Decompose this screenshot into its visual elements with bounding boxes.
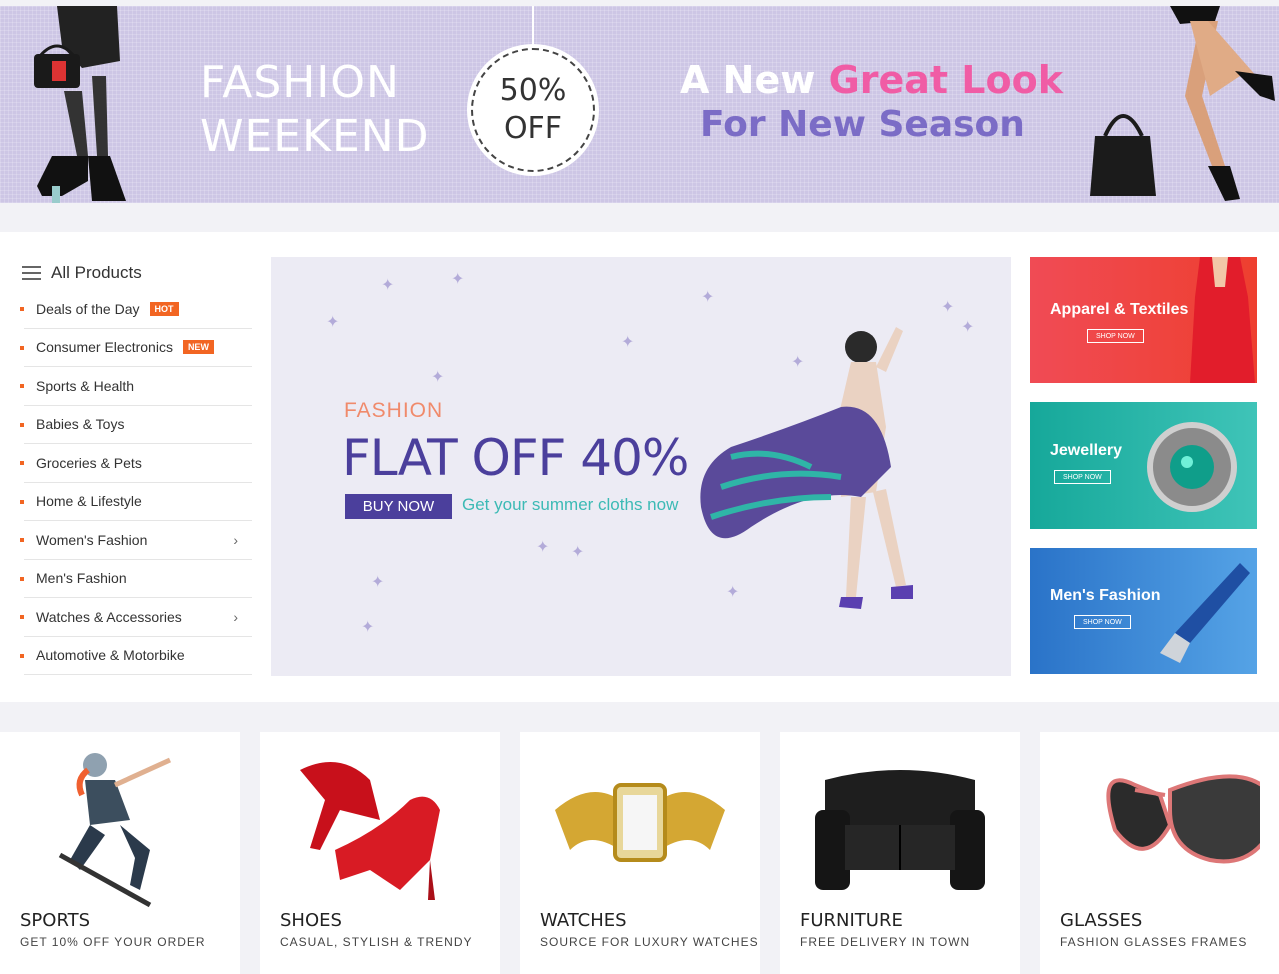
category-card-watches[interactable]: WATCHES SOURCE FOR LUXURY WATCHES xyxy=(520,732,760,974)
category-sidebar: All Products Deals of the Day HOT Consum… xyxy=(20,260,252,675)
badge-off: OFF xyxy=(503,111,563,146)
category-subtitle: SOURCE FOR LUXURY WATCHES xyxy=(540,935,759,949)
model-legs-illustration xyxy=(34,6,126,203)
category-title: SHOES xyxy=(280,910,342,931)
buy-now-button[interactable]: BUY NOW xyxy=(345,494,452,519)
red-shoes-image xyxy=(300,762,440,900)
sidebar-item-watches-accessories[interactable]: Watches & Accessories › xyxy=(20,598,252,637)
promo-mens-fashion[interactable]: Men's Fashion SHOP NOW xyxy=(1030,548,1257,674)
sunglasses-image xyxy=(1106,774,1260,864)
sidebar-title: All Products xyxy=(51,263,142,282)
leaf-decoration-icon: ✦ xyxy=(361,619,375,636)
promo-title: Jewellery xyxy=(1050,442,1123,459)
hamburger-menu-icon[interactable] xyxy=(22,266,41,280)
sidebar-item-label: Women's Fashion xyxy=(36,531,148,548)
category-card-sports[interactable]: SPORTS GET 10% OFF YOUR ORDER xyxy=(0,732,240,974)
sidebar-item-groceries-pets[interactable]: Groceries & Pets xyxy=(20,444,252,483)
fashion-weekend-banner[interactable]: FASHION WEEKEND 50% OFF A New Great Look… xyxy=(0,6,1279,203)
banner-slogan-line1: A New Great Look xyxy=(680,58,1063,102)
chevron-right-icon[interactable]: › xyxy=(233,609,238,625)
gold-watch-image xyxy=(555,783,725,862)
sidebar-item-label: Home & Lifestyle xyxy=(36,493,142,510)
leaf-decoration-icon: ✦ xyxy=(571,544,585,561)
hair-clipper-image xyxy=(1160,563,1250,663)
sidebar-item-label: Men's Fashion xyxy=(36,570,127,587)
hero-kicker: FASHION xyxy=(344,399,444,422)
sidebar-item-home-lifestyle[interactable]: Home & Lifestyle xyxy=(20,483,252,521)
sidebar-item-label: Babies & Toys xyxy=(36,416,125,433)
promo-title: Men's Fashion xyxy=(1050,587,1161,604)
category-title: GLASSES xyxy=(1060,910,1143,931)
shop-now-button[interactable]: SHOP NOW xyxy=(1074,615,1131,629)
sidebar-item-mens-fashion[interactable]: Men's Fashion xyxy=(20,560,252,598)
category-card-glasses[interactable]: GLASSES FASHION GLASSES FRAMES xyxy=(1040,732,1279,974)
category-subtitle: GET 10% OFF YOUR ORDER xyxy=(20,935,206,949)
banner-title-line2: WEEKEND xyxy=(200,111,430,162)
category-title: SPORTS xyxy=(20,910,91,931)
sidebar-item-consumer-electronics[interactable]: Consumer Electronics NEW xyxy=(20,329,252,367)
sidebar-item-automotive-motorbike[interactable]: Automotive & Motorbike xyxy=(20,637,252,675)
sidebar-item-sports-health[interactable]: Sports & Health xyxy=(20,367,252,406)
discount-badge: 50% OFF xyxy=(471,48,595,172)
category-subtitle: FREE DELIVERY IN TOWN xyxy=(800,935,971,949)
sidebar-item-deals-of-the-day[interactable]: Deals of the Day HOT xyxy=(20,290,252,329)
category-subtitle: FASHION GLASSES FRAMES xyxy=(1060,935,1248,949)
hero-slider[interactable]: ✦ ✦ ✦ ✦ ✦ ✦ ✦ ✦ ✦ ✦ ✦ ✦ ✦ ✦ FASHION FLAT… xyxy=(271,257,1011,676)
badge-percent: 50% xyxy=(499,73,567,108)
promo-jewellery[interactable]: Jewellery SHOP NOW xyxy=(1030,402,1257,529)
category-title: WATCHES xyxy=(540,910,627,931)
leaf-decoration-icon: ✦ xyxy=(701,289,715,306)
leaf-decoration-icon: ✦ xyxy=(326,314,340,331)
leaf-decoration-icon: ✦ xyxy=(371,574,385,591)
badge-hanger-line xyxy=(532,6,534,50)
category-subtitle: CASUAL, STYLISH & TRENDY xyxy=(280,935,473,949)
chevron-right-icon[interactable]: › xyxy=(233,532,238,548)
skateboarder-image xyxy=(58,753,172,908)
shop-now-button[interactable]: SHOP NOW xyxy=(1054,470,1111,484)
banner-slogan-line2: For New Season xyxy=(700,104,1025,145)
promo-title: Apparel & Textiles xyxy=(1050,301,1189,318)
sidebar-header[interactable]: All Products xyxy=(22,260,252,286)
sidebar-item-label: Deals of the Day xyxy=(36,300,140,317)
sidebar-item-womens-fashion[interactable]: Women's Fashion › xyxy=(20,521,252,560)
hot-badge: HOT xyxy=(149,301,179,316)
sidebar-item-label: Consumer Electronics xyxy=(36,339,173,356)
category-card-shoes[interactable]: SHOES CASUAL, STYLISH & TRENDY xyxy=(260,732,500,974)
model-heels-handbag-illustration xyxy=(1090,6,1275,201)
leaf-decoration-icon: ✦ xyxy=(451,271,465,288)
banner-title: FASHION WEEKEND xyxy=(200,56,430,164)
leaf-decoration-icon: ✦ xyxy=(431,369,445,386)
main-section: All Products Deals of the Day HOT Consum… xyxy=(0,232,1279,702)
banner-title-line1: FASHION xyxy=(200,57,400,108)
leaf-decoration-icon: ✦ xyxy=(961,319,975,336)
black-sofa-image xyxy=(815,770,985,890)
slogan-part1: A New xyxy=(680,58,829,102)
hero-subtitle: Get your summer cloths now xyxy=(462,495,679,514)
shop-now-button[interactable]: SHOP NOW xyxy=(1087,329,1144,343)
sidebar-item-label: Watches & Accessories xyxy=(36,608,182,625)
hero-headline: FLAT OFF 40% xyxy=(342,429,689,487)
category-card-furniture[interactable]: FURNITURE FREE DELIVERY IN TOWN xyxy=(780,732,1020,974)
new-badge: NEW xyxy=(182,340,214,355)
leaf-decoration-icon: ✦ xyxy=(536,539,550,556)
category-title: FURNITURE xyxy=(800,910,903,931)
fashion-model-image xyxy=(700,327,913,609)
red-dress-model-image xyxy=(1190,257,1255,383)
leaf-decoration-icon: ✦ xyxy=(381,277,395,294)
gem-ring-image xyxy=(1147,422,1237,512)
slogan-part2: Great Look xyxy=(828,58,1064,102)
leaf-decoration-icon: ✦ xyxy=(621,334,635,351)
promo-apparel-textiles[interactable]: Apparel & Textiles SHOP NOW xyxy=(1030,257,1257,383)
sidebar-item-label: Automotive & Motorbike xyxy=(36,647,185,664)
sidebar-item-babies-toys[interactable]: Babies & Toys xyxy=(20,406,252,444)
sidebar-item-label: Groceries & Pets xyxy=(36,454,142,471)
sidebar-item-label: Sports & Health xyxy=(36,377,135,394)
sidebar-list: Deals of the Day HOT Consumer Electronic… xyxy=(20,290,252,675)
